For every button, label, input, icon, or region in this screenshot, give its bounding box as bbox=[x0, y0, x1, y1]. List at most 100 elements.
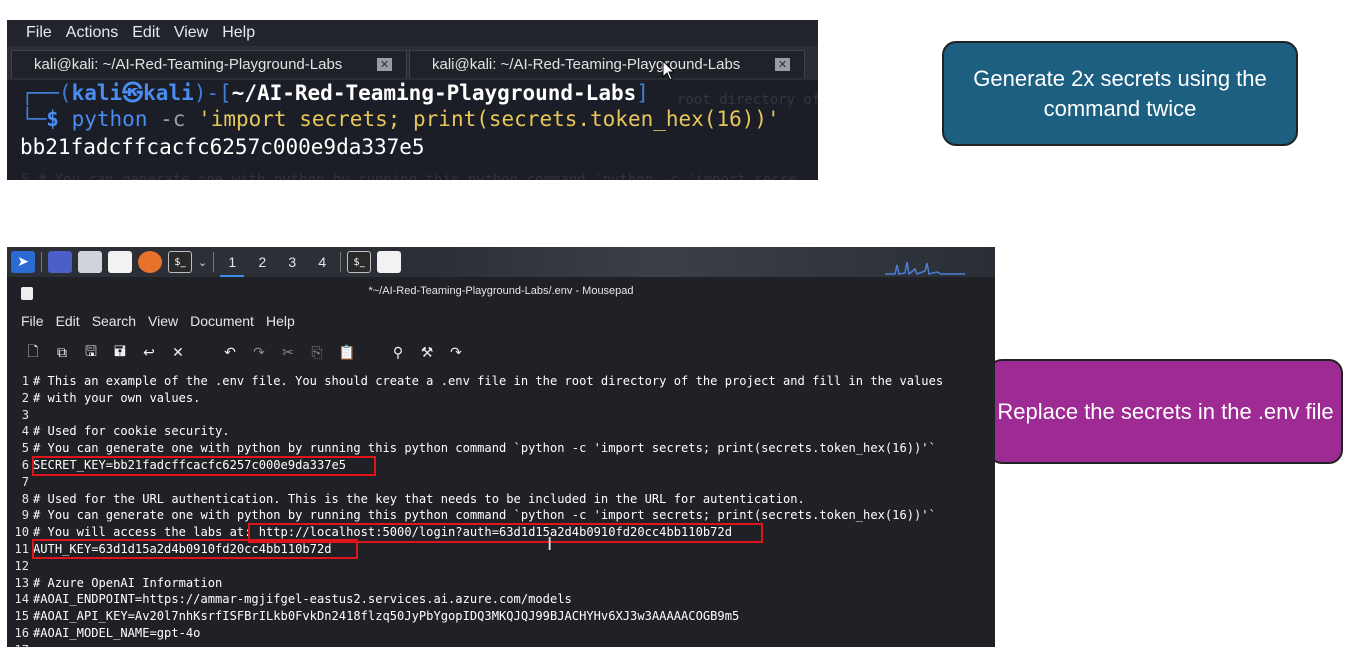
line-text: # Used for cookie security. bbox=[33, 424, 230, 439]
auth-key-highlight bbox=[32, 539, 358, 559]
line-text: #AOAI_API_KEY=Av20l7nhKsrfISFBrILkb0FvkD… bbox=[33, 609, 740, 624]
text-cursor-icon: I bbox=[547, 534, 553, 555]
close-icon[interactable]: ✕ bbox=[170, 345, 186, 361]
menu-edit[interactable]: Edit bbox=[132, 24, 160, 42]
menu-view[interactable]: View bbox=[174, 24, 208, 42]
prompt-user: kali㉿kali bbox=[71, 81, 194, 105]
command-argument: 'import secrets; print(secrets.token_hex… bbox=[198, 107, 780, 131]
terminal-tab-2[interactable]: kali@kali: ~/AI-Red-Teaming-Playground-L… bbox=[409, 50, 805, 78]
command-flag: -c bbox=[160, 107, 186, 131]
menu-help[interactable]: Help bbox=[222, 24, 255, 42]
callout-generate-secrets: Generate 2x secrets using the command tw… bbox=[942, 41, 1298, 146]
command-name: python bbox=[71, 107, 148, 131]
line-number: 17 bbox=[7, 642, 33, 647]
new-document-icon[interactable]: 🗋 bbox=[25, 341, 41, 365]
prompt-symbol: $ bbox=[46, 107, 59, 131]
menu-edit[interactable]: Edit bbox=[56, 313, 80, 329]
kali-menu-icon[interactable]: ➤ bbox=[11, 251, 35, 273]
show-desktop-icon[interactable] bbox=[48, 251, 72, 273]
line-number: 12 bbox=[14, 558, 29, 573]
editor-line: 16 #AOAI_MODEL_NAME=gpt-4o bbox=[7, 625, 995, 642]
terminal-icon[interactable]: $_ bbox=[168, 251, 192, 273]
new-window-icon[interactable]: ⧉ bbox=[54, 345, 70, 361]
copy-icon[interactable]: ⎘ bbox=[309, 345, 325, 361]
mousepad-titlebar: *~/AI-Red-Teaming-Playground-Labs/.env -… bbox=[7, 277, 995, 307]
cpu-graph-icon bbox=[885, 261, 965, 275]
line-number: 13 bbox=[14, 575, 29, 590]
editor-line: 5 # You can generate one with python by r… bbox=[7, 440, 995, 457]
mousepad-toolbar: 🗋 ⧉ 🖫 🖬 ↩ ✕ ↶ ↷ ✂ ⎘ 📋 ⚲ ⚒ ↷ bbox=[7, 335, 995, 371]
divider bbox=[41, 252, 42, 272]
faded-background-text: root directory of bbox=[677, 92, 818, 108]
workspace-2[interactable]: 2 bbox=[250, 247, 274, 277]
menu-view[interactable]: View bbox=[148, 313, 178, 329]
divider bbox=[213, 252, 215, 272]
line-text: # You can generate one with python by ru… bbox=[33, 441, 936, 456]
editor-line: 7 bbox=[7, 474, 995, 491]
tab-label: kali@kali: ~/AI-Red-Teaming-Playground-L… bbox=[432, 56, 741, 73]
desktop-screenshot: ➤ $_ ⌄ 1 2 3 4 $_ *~/AI-Red-Teaming-Play… bbox=[7, 247, 995, 647]
save-icon[interactable]: 🖫 bbox=[83, 341, 99, 365]
line-text: #AOAI_MODEL_NAME=gpt-4o bbox=[33, 625, 201, 640]
line-text: # This an example of the .env file. You … bbox=[33, 374, 944, 388]
terminal-tab-1[interactable]: kali@kali: ~/AI-Red-Teaming-Playground-L… bbox=[11, 50, 407, 78]
menu-file[interactable]: File bbox=[26, 24, 52, 42]
text-editor[interactable]: 1 # This an example of the .env file. You… bbox=[7, 371, 995, 647]
close-icon[interactable]: ✕ bbox=[775, 58, 790, 71]
revert-icon[interactable]: ↩ bbox=[141, 345, 157, 361]
undo-icon[interactable]: ↶ bbox=[222, 345, 238, 361]
editor-line: 15 #AOAI_API_KEY=Av20l7nhKsrfISFBrILkb0Fv… bbox=[7, 608, 995, 625]
menu-file[interactable]: File bbox=[21, 313, 44, 329]
workspace-4[interactable]: 4 bbox=[310, 247, 334, 277]
line-text: # Azure OpenAI Information bbox=[33, 575, 223, 590]
line-number: 15 bbox=[14, 609, 29, 624]
line-number: 2 bbox=[21, 390, 29, 405]
terminal-output[interactable]: root directory of 5 # You can generate o… bbox=[7, 80, 818, 180]
go-to-line-icon[interactable]: ↷ bbox=[448, 345, 464, 361]
paste-icon[interactable]: 📋 bbox=[338, 345, 355, 361]
workspace-3[interactable]: 3 bbox=[280, 247, 304, 277]
menu-document[interactable]: Document bbox=[190, 313, 254, 329]
editor-line: 17 bbox=[7, 642, 995, 647]
mousepad-window-button[interactable] bbox=[377, 251, 402, 273]
firefox-icon[interactable] bbox=[138, 251, 162, 273]
mousepad-menubar: File Edit Search View Document Help bbox=[7, 307, 995, 335]
terminal-window-button[interactable]: $_ bbox=[347, 251, 372, 273]
line-text: # Used for the URL authentication. This … bbox=[33, 491, 805, 506]
line-number: 10 bbox=[14, 525, 29, 540]
line-number: 1 bbox=[21, 374, 29, 388]
menu-actions[interactable]: Actions bbox=[66, 24, 118, 42]
close-icon[interactable]: ✕ bbox=[377, 58, 392, 71]
command-output: bb21fadcffcacfc6257c000e9da337e5 bbox=[20, 135, 425, 159]
text-editor-icon[interactable] bbox=[108, 251, 132, 273]
taskbar: ➤ $_ ⌄ 1 2 3 4 $_ bbox=[7, 247, 995, 277]
chevron-down-icon[interactable]: ⌄ bbox=[198, 256, 207, 269]
editor-line: 14 #AOAI_ENDPOINT=https://ammar-mgjifgel-… bbox=[7, 591, 995, 608]
terminal-window: File Actions Edit View Help kali@kali: ~… bbox=[7, 20, 818, 180]
line-number: 16 bbox=[14, 625, 29, 640]
line-number: 7 bbox=[21, 474, 29, 489]
line-number: 8 bbox=[21, 491, 29, 506]
window-title: *~/AI-Red-Teaming-Playground-Labs/.env -… bbox=[368, 285, 634, 297]
command-line: └─$ python -c 'import secrets; print(sec… bbox=[21, 107, 780, 131]
prompt-path: ~/AI-Red-Teaming-Playground-Labs bbox=[231, 81, 637, 105]
editor-line: 2 # with your own values. bbox=[7, 390, 995, 407]
line-number: 9 bbox=[21, 508, 29, 523]
menu-help[interactable]: Help bbox=[266, 313, 295, 329]
line-number: 4 bbox=[21, 424, 29, 439]
save-as-icon[interactable]: 🖬 bbox=[112, 341, 128, 365]
search-icon[interactable]: ⚲ bbox=[390, 345, 406, 361]
editor-line: 12 bbox=[7, 558, 995, 575]
file-manager-icon[interactable] bbox=[78, 251, 102, 273]
editor-line: 13 # Azure OpenAI Information bbox=[7, 575, 995, 592]
line-number: 6 bbox=[21, 457, 29, 472]
line-text: # with your own values. bbox=[33, 390, 201, 405]
find-replace-icon[interactable]: ⚒ bbox=[419, 345, 435, 361]
workspace-1[interactable]: 1 bbox=[220, 247, 245, 277]
terminal-menubar: File Actions Edit View Help bbox=[7, 20, 818, 46]
line-number: 11 bbox=[14, 541, 29, 556]
divider bbox=[340, 252, 342, 272]
redo-icon[interactable]: ↷ bbox=[251, 345, 267, 361]
cut-icon[interactable]: ✂ bbox=[280, 345, 296, 361]
menu-search[interactable]: Search bbox=[92, 313, 136, 329]
